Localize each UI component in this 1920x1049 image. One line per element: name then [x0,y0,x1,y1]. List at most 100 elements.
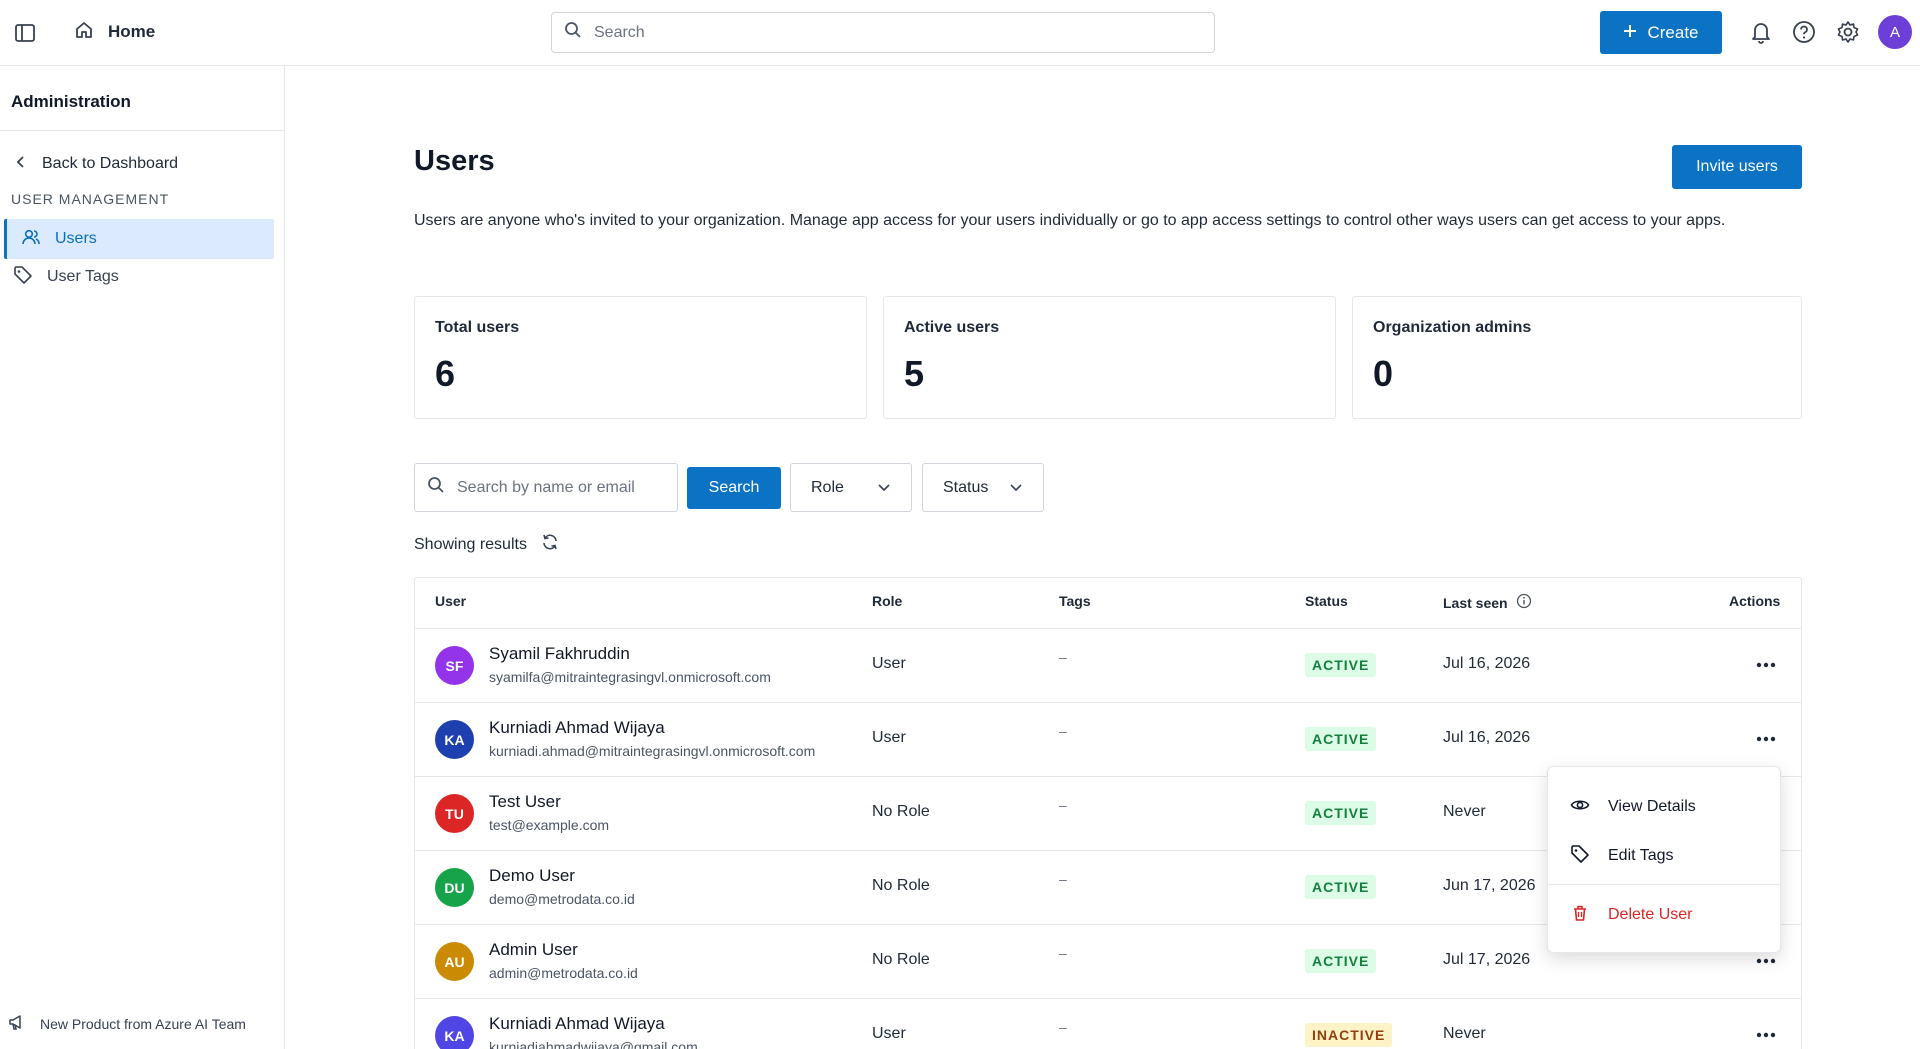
row-actions-menu: View Details Edit Tags Delete User [1547,766,1781,953]
announcement-label: New Product from Azure AI Team [40,1015,246,1032]
sidebar-item-users[interactable]: Users [4,219,274,259]
plus-icon [1623,23,1637,43]
column-header-last-seen: Last seen [1443,593,1532,612]
stat-card-active-users: Active users 5 [883,296,1336,419]
user-email: syamilfa@mitraintegrasingvl.onmicrosoft.… [489,669,771,685]
gear-icon[interactable] [1834,18,1862,46]
user-name: Demo User [489,866,575,885]
tag-icon [1570,844,1590,869]
sidebar-item-label: Users [55,230,97,247]
user-search[interactable] [414,463,678,512]
user-name: Test User [489,792,561,811]
user-role: No Role [872,803,930,820]
sidebar-item-label: User Tags [47,268,119,285]
announcement-link[interactable]: New Product from Azure AI Team [8,1013,246,1034]
user-email: admin@metrodata.co.id [489,965,638,981]
user-tags: – [1059,945,1067,961]
column-header-user: User [435,593,467,609]
status-dropdown-label: Status [943,478,989,496]
stat-label: Active users [904,319,1000,336]
user-avatar: KA [435,1016,474,1049]
column-header-role: Role [872,593,903,609]
stat-label: Total users [435,319,520,336]
stat-card-total-users: Total users 6 [414,296,867,419]
last-seen: Jun 17, 2026 [1443,877,1536,894]
back-label: Back to Dashboard [42,155,179,172]
megaphone-icon [8,1013,26,1034]
user-avatar: AU [435,942,474,981]
user-role: User [872,655,906,672]
sidebar-item-user-tags[interactable]: User Tags [4,257,274,297]
stat-card-organization-admins: Organization admins 0 [1352,296,1802,419]
menu-item-delete-user[interactable]: Delete User [1548,894,1780,936]
role-dropdown-label: Role [811,478,844,496]
user-email: test@example.com [489,817,610,833]
more-actions-icon[interactable] [1751,653,1781,677]
user-name: Syamil Fakhruddin [489,644,630,663]
column-header-actions: Actions [1729,593,1781,609]
user-email: kurniadi.ahmad@mitraintegrasingvl.onmicr… [489,743,816,759]
menu-divider [1548,884,1780,885]
search-icon [427,476,445,499]
stat-label: Organization admins [1373,319,1532,336]
user-tags: – [1059,649,1067,665]
create-label: Create [1647,22,1699,42]
user-name: Admin User [489,940,578,959]
user-search-input[interactable] [457,478,667,497]
user-tags: – [1059,871,1067,887]
info-icon[interactable] [1516,593,1532,612]
results-label: Showing results [414,535,527,553]
user-avatar: DU [435,868,474,907]
role-dropdown[interactable]: Role [790,463,912,512]
status-badge: INACTIVE [1305,1023,1393,1047]
user-name: Kurniadi Ahmad Wijaya [489,1014,665,1033]
user-tags: – [1059,797,1067,813]
search-icon [564,21,582,44]
user-tags: – [1059,1019,1067,1035]
search-button[interactable]: Search [687,467,781,509]
column-header-tags: Tags [1059,593,1091,609]
user-avatar: KA [435,720,474,759]
status-dropdown[interactable]: Status [922,463,1044,512]
user-avatar[interactable]: A [1878,15,1912,49]
create-button[interactable]: Create [1600,11,1722,54]
help-icon[interactable] [1790,18,1818,46]
table-row: SF Syamil Fakhruddin syamilfa@mitraintegra… [415,629,1801,703]
page-title: Users [414,145,495,177]
sidebar-divider [0,130,284,131]
more-actions-icon[interactable] [1751,727,1781,751]
global-search-input[interactable] [594,23,1194,42]
menu-item-label: Delete User [1608,906,1693,923]
user-role: User [872,1025,906,1042]
results-summary: Showing results [414,533,559,556]
refresh-icon[interactable] [541,533,559,556]
back-to-dashboard-link[interactable]: Back to Dashboard [14,148,178,180]
chevron-down-icon [877,479,891,497]
last-seen: Jul 16, 2026 [1443,729,1531,746]
last-seen: Jul 17, 2026 [1443,951,1531,968]
user-avatar: TU [435,794,474,833]
bell-icon[interactable] [1747,18,1775,46]
menu-item-edit-tags[interactable]: Edit Tags [1548,835,1780,877]
invite-users-button[interactable]: Invite users [1672,145,1802,189]
status-badge: ACTIVE [1305,653,1377,677]
sidebar-toggle-icon[interactable] [12,20,38,46]
users-icon [21,227,41,252]
global-search[interactable] [551,12,1215,53]
menu-item-label: View Details [1608,798,1696,815]
home-link[interactable]: Home [74,16,155,48]
home-label: Home [108,22,156,41]
stat-value: 6 [435,353,456,394]
stat-value: 0 [1373,353,1394,394]
user-avatar: SF [435,646,474,685]
user-role: No Role [872,951,930,968]
more-actions-icon[interactable] [1751,1023,1781,1047]
chevron-down-icon [1009,479,1023,497]
status-badge: ACTIVE [1305,801,1377,825]
user-role: No Role [872,877,930,894]
page-description: Users are anyone who's invited to your o… [414,212,1726,229]
user-email: demo@metrodata.co.id [489,891,635,907]
user-tags: – [1059,723,1067,739]
chevron-left-icon [14,155,26,174]
menu-item-view-details[interactable]: View Details [1548,786,1780,828]
